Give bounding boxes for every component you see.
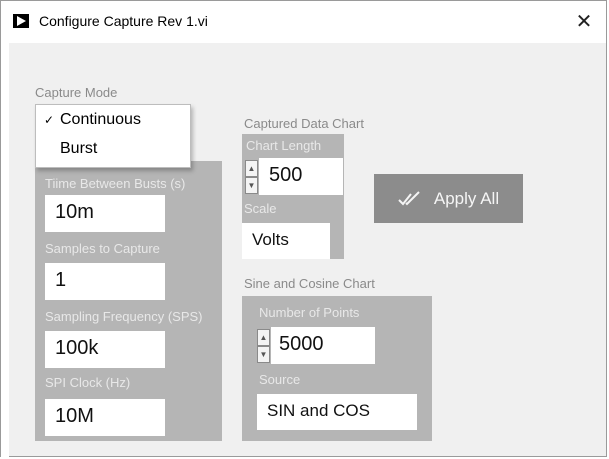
- captured-data-chart-label: Captured Data Chart: [244, 116, 364, 131]
- apply-all-label: Apply All: [433, 188, 500, 208]
- sampling-frequency-field[interactable]: 100k: [45, 331, 165, 368]
- time-between-bursts-label: Tiime Between Busts (s): [45, 176, 186, 191]
- option-label: Burst: [60, 140, 98, 157]
- capture-mode-label: Capture Mode: [35, 85, 118, 100]
- spi-clock-field[interactable]: 10M: [45, 399, 165, 436]
- source-selector[interactable]: SIN and COS: [257, 394, 417, 430]
- title-bar: Configure Capture Rev 1.vi ✕: [1, 1, 606, 43]
- capture-mode-dropdown[interactable]: ✓ Continuous Burst: [35, 104, 191, 168]
- apply-all-button[interactable]: Apply All: [374, 174, 523, 223]
- time-between-bursts-field[interactable]: 10m: [45, 195, 165, 232]
- sine-cosine-chart-label: Sine and Cosine Chart: [244, 276, 375, 291]
- scale-selector[interactable]: Volts: [242, 223, 330, 259]
- chart-length-decrement[interactable]: ▼: [245, 177, 258, 194]
- dialog-window: Configure Capture Rev 1.vi ✕ Capture Mod…: [0, 0, 607, 458]
- close-button[interactable]: ✕: [562, 1, 606, 43]
- sampling-frequency-label: Sampling Frequency (SPS): [45, 309, 203, 324]
- chart-length-label: Chart Length: [246, 138, 322, 153]
- samples-to-capture-label: Samples to Capture: [45, 241, 160, 256]
- chart-length-field[interactable]: 500: [259, 158, 343, 195]
- capture-mode-option-burst[interactable]: Burst: [44, 140, 97, 158]
- spi-clock-label: SPI Clock (Hz): [45, 375, 131, 390]
- option-label: Continuous: [60, 111, 141, 128]
- number-of-points-increment[interactable]: ▲: [257, 329, 270, 346]
- check-icon: ✓: [44, 113, 55, 127]
- number-of-points-field[interactable]: 5000: [271, 327, 375, 364]
- number-of-points-decrement[interactable]: ▼: [257, 346, 270, 363]
- scale-label: Scale: [244, 201, 277, 216]
- labview-app-icon: [13, 14, 29, 28]
- number-of-points-label: Number of Points: [259, 305, 360, 320]
- chart-length-increment[interactable]: ▲: [245, 160, 258, 177]
- samples-to-capture-field[interactable]: 1: [45, 263, 165, 300]
- capture-mode-option-continuous[interactable]: ✓ Continuous: [44, 111, 141, 129]
- double-check-icon: [398, 190, 420, 205]
- window-left-edge: [1, 43, 9, 458]
- window-title: Configure Capture Rev 1.vi: [39, 13, 208, 29]
- source-label: Source: [259, 372, 301, 387]
